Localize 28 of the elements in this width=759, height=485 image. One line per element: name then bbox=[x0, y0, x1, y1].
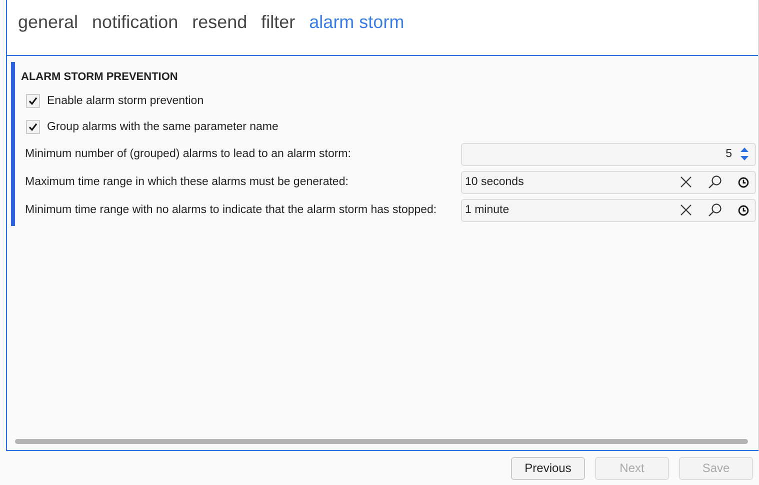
clear-icon[interactable] bbox=[680, 176, 692, 188]
field-value: 5 bbox=[724, 148, 732, 160]
checkbox-label: Group alarms with the same parameter name bbox=[47, 121, 278, 133]
field-label: Minimum number of (grouped) alarms to lead to an alarm storm: bbox=[25, 148, 352, 160]
tab[interactable]: alarm storm bbox=[304, 12, 410, 33]
tab[interactable]: notification bbox=[87, 12, 184, 33]
checkbox[interactable] bbox=[26, 94, 40, 108]
spinner-arrows-icon[interactable] bbox=[740, 146, 749, 162]
search-icon[interactable] bbox=[708, 175, 722, 189]
tab[interactable]: filter bbox=[256, 12, 300, 33]
clear-icon[interactable] bbox=[680, 204, 692, 216]
footer-button[interactable]: Previous bbox=[511, 456, 585, 480]
search-icon[interactable] bbox=[708, 203, 722, 217]
field-label: Maximum time range in which these alarms must be generated: bbox=[25, 176, 350, 188]
tab[interactable]: general bbox=[13, 12, 84, 33]
clock-icon[interactable] bbox=[738, 204, 749, 216]
field-label: Minimum time range with no alarms to indicate that the alarm storm has stopped: bbox=[25, 204, 438, 216]
tab[interactable]: resend bbox=[187, 12, 252, 33]
clock-icon[interactable] bbox=[738, 176, 749, 188]
checkbox-label: Enable alarm storm prevention bbox=[47, 95, 204, 107]
time-field[interactable]: 10 seconds bbox=[461, 170, 756, 194]
time-field[interactable]: 1 minute bbox=[461, 198, 756, 222]
section-title: ALARM STORM PREVENTION bbox=[21, 70, 179, 85]
field-value: 10 seconds bbox=[465, 176, 525, 188]
scrollbar[interactable] bbox=[15, 439, 748, 444]
number-field[interactable]: 5 bbox=[461, 142, 756, 166]
field-value: 1 minute bbox=[465, 204, 510, 216]
checkbox[interactable] bbox=[26, 120, 40, 134]
